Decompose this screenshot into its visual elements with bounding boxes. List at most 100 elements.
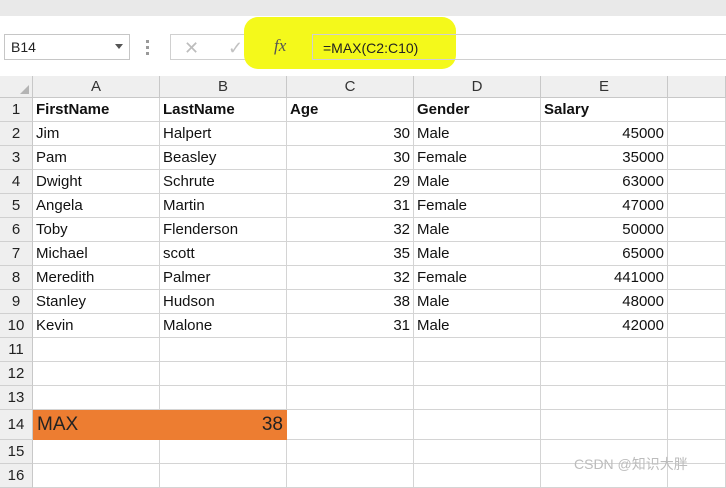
table-cell[interactable]: Jim xyxy=(33,122,160,146)
table-cell[interactable] xyxy=(668,338,726,362)
table-cell[interactable] xyxy=(668,314,726,338)
table-cell[interactable] xyxy=(541,386,668,410)
table-cell[interactable] xyxy=(160,440,287,464)
row-header[interactable]: 16 xyxy=(0,464,33,488)
table-cell[interactable]: 63000 xyxy=(541,170,668,194)
table-cell[interactable] xyxy=(541,338,668,362)
table-cell[interactable] xyxy=(287,440,414,464)
table-cell[interactable]: Pam xyxy=(33,146,160,170)
column-header[interactable]: C xyxy=(287,76,414,98)
table-cell[interactable]: Stanley xyxy=(33,290,160,314)
table-cell[interactable]: 32 xyxy=(287,218,414,242)
chevron-down-icon[interactable] xyxy=(115,44,123,49)
table-cell[interactable]: Male xyxy=(414,122,541,146)
table-cell[interactable]: Kevin xyxy=(33,314,160,338)
table-cell[interactable] xyxy=(287,386,414,410)
table-cell[interactable] xyxy=(287,338,414,362)
table-cell[interactable]: Dwight xyxy=(33,170,160,194)
table-cell[interactable] xyxy=(287,410,414,440)
table-cell[interactable] xyxy=(33,362,160,386)
table-cell[interactable] xyxy=(414,464,541,488)
table-cell[interactable] xyxy=(414,410,541,440)
row-header[interactable]: 11 xyxy=(0,338,33,362)
row-header[interactable]: 6 xyxy=(0,218,33,242)
table-cell[interactable]: Male xyxy=(414,242,541,266)
table-cell[interactable]: Angela xyxy=(33,194,160,218)
table-cell[interactable]: Hudson xyxy=(160,290,287,314)
header-cell[interactable]: FirstName xyxy=(33,98,160,122)
table-cell[interactable] xyxy=(668,146,726,170)
table-cell[interactable]: Meredith xyxy=(33,266,160,290)
table-cell[interactable]: Male xyxy=(414,314,541,338)
table-cell[interactable]: 47000 xyxy=(541,194,668,218)
table-cell[interactable] xyxy=(160,362,287,386)
row-header[interactable]: 9 xyxy=(0,290,33,314)
table-cell[interactable] xyxy=(668,218,726,242)
table-cell[interactable] xyxy=(668,290,726,314)
table-cell[interactable] xyxy=(668,98,726,122)
row-header[interactable]: 12 xyxy=(0,362,33,386)
table-cell[interactable] xyxy=(414,362,541,386)
table-cell[interactable]: Female xyxy=(414,146,541,170)
row-header[interactable]: 3 xyxy=(0,146,33,170)
table-cell[interactable]: Malone xyxy=(160,314,287,338)
drag-handle-icon[interactable] xyxy=(146,40,150,56)
table-cell[interactable] xyxy=(668,386,726,410)
header-cell[interactable]: LastName xyxy=(160,98,287,122)
header-cell[interactable]: Gender xyxy=(414,98,541,122)
table-cell[interactable] xyxy=(33,464,160,488)
insert-function-icon[interactable]: fx xyxy=(274,36,286,56)
column-header[interactable]: E xyxy=(541,76,668,98)
table-cell[interactable]: 35 xyxy=(287,242,414,266)
header-cell[interactable]: Salary xyxy=(541,98,668,122)
table-cell[interactable]: 31 xyxy=(287,314,414,338)
enter-icon[interactable]: ✓ xyxy=(228,38,243,59)
table-cell[interactable] xyxy=(668,170,726,194)
table-cell[interactable] xyxy=(541,410,668,440)
table-cell[interactable] xyxy=(414,440,541,464)
table-cell[interactable]: 35000 xyxy=(541,146,668,170)
table-cell[interactable]: 50000 xyxy=(541,218,668,242)
table-cell[interactable] xyxy=(287,362,414,386)
header-cell[interactable]: Age xyxy=(287,98,414,122)
table-cell[interactable] xyxy=(668,362,726,386)
table-cell[interactable] xyxy=(33,440,160,464)
table-cell[interactable]: 48000 xyxy=(541,290,668,314)
table-cell[interactable]: scott xyxy=(160,242,287,266)
table-cell[interactable]: 30 xyxy=(287,122,414,146)
column-header[interactable]: B xyxy=(160,76,287,98)
table-cell[interactable]: 29 xyxy=(287,170,414,194)
table-cell[interactable]: Female xyxy=(414,194,541,218)
table-cell[interactable] xyxy=(414,338,541,362)
table-cell[interactable] xyxy=(668,122,726,146)
table-cell[interactable] xyxy=(414,386,541,410)
column-header[interactable]: D xyxy=(414,76,541,98)
table-cell[interactable]: Beasley xyxy=(160,146,287,170)
table-cell[interactable]: 45000 xyxy=(541,122,668,146)
row-header[interactable]: 13 xyxy=(0,386,33,410)
table-cell[interactable] xyxy=(541,362,668,386)
row-header[interactable]: 8 xyxy=(0,266,33,290)
table-cell[interactable]: Male xyxy=(414,290,541,314)
table-cell[interactable]: 31 xyxy=(287,194,414,218)
table-cell[interactable] xyxy=(668,242,726,266)
table-cell[interactable]: 42000 xyxy=(541,314,668,338)
row-header[interactable]: 1 xyxy=(0,98,33,122)
table-cell[interactable] xyxy=(160,464,287,488)
table-cell[interactable]: 30 xyxy=(287,146,414,170)
select-all-button[interactable] xyxy=(0,76,33,98)
table-cell[interactable]: Halpert xyxy=(160,122,287,146)
row-header[interactable]: 7 xyxy=(0,242,33,266)
table-cell[interactable]: Palmer xyxy=(160,266,287,290)
table-cell[interactable] xyxy=(668,194,726,218)
row-header[interactable]: 10 xyxy=(0,314,33,338)
table-cell[interactable]: Flenderson xyxy=(160,218,287,242)
table-cell[interactable] xyxy=(668,410,726,440)
table-cell[interactable]: Male xyxy=(414,218,541,242)
table-cell[interactable] xyxy=(668,266,726,290)
table-cell[interactable]: 65000 xyxy=(541,242,668,266)
table-cell[interactable]: 32 xyxy=(287,266,414,290)
formula-input[interactable]: =MAX(C2:C10) xyxy=(312,34,726,60)
table-cell[interactable]: Female xyxy=(414,266,541,290)
table-cell[interactable]: Male xyxy=(414,170,541,194)
